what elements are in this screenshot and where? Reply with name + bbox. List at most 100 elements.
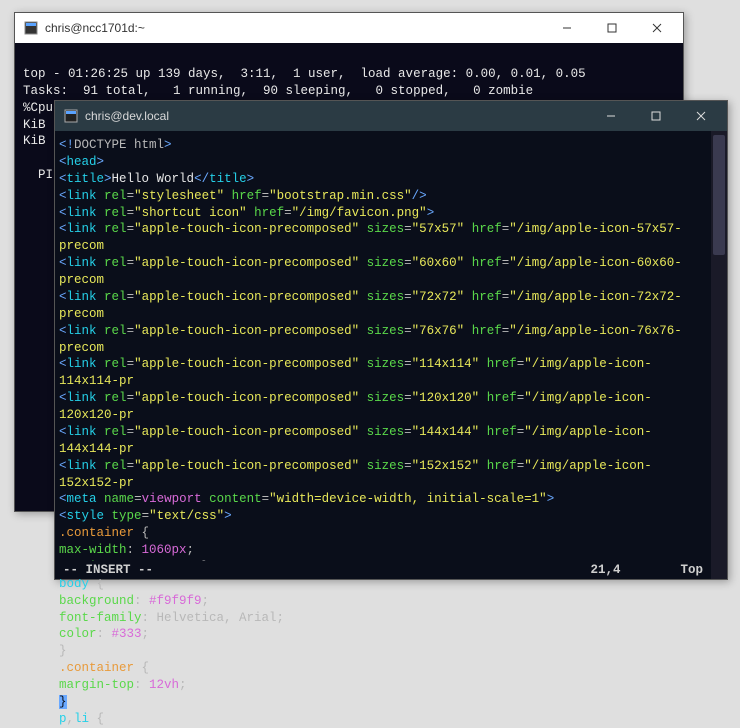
code-segment: > <box>427 206 435 220</box>
code-segment: content <box>209 492 262 506</box>
code-segment <box>479 459 487 473</box>
code-line: p,li { <box>59 711 711 728</box>
code-segment: 1060px <box>142 543 187 557</box>
code-segment: = <box>134 492 142 506</box>
close-button[interactable] <box>634 14 679 42</box>
code-segment <box>359 459 367 473</box>
pid-line: PI <box>23 168 53 182</box>
code-line: <link rel="apple-touch-icon-precomposed"… <box>59 390 711 424</box>
titlebar-2[interactable]: chris@dev.local <box>55 101 727 131</box>
vim-mode: -- INSERT -- <box>63 563 590 577</box>
code-segment: href <box>472 290 502 304</box>
vim-statusbar: -- INSERT -- 21,4 Top <box>55 561 711 579</box>
code-segment: = <box>127 391 135 405</box>
code-segment: < <box>59 206 67 220</box>
code-segment: "/img/favicon.png" <box>292 206 427 220</box>
code-line: <link rel="stylesheet" href="bootstrap.m… <box>59 188 711 205</box>
kib-line-2: KiB <box>23 134 53 148</box>
scrollbar[interactable] <box>711 131 727 579</box>
code-segment: ; <box>142 627 150 641</box>
code-segment: color <box>59 627 97 641</box>
code-segment: p <box>59 712 67 726</box>
code-segment: #f9f9f9 <box>149 594 202 608</box>
editor-pane[interactable]: <!DOCTYPE html><head><title>Hello World<… <box>55 131 727 579</box>
code-segment: < <box>59 391 67 405</box>
code-segment: : <box>127 543 142 557</box>
code-segment: href <box>472 324 502 338</box>
code-segment: < <box>59 172 67 186</box>
code-segment <box>359 222 367 236</box>
code-segment: : <box>134 594 149 608</box>
code-segment: href <box>487 425 517 439</box>
code-segment: < <box>59 324 67 338</box>
close-button[interactable] <box>678 102 723 130</box>
code-segment: = <box>404 324 412 338</box>
maximize-button[interactable] <box>633 102 678 130</box>
code-segment <box>359 324 367 338</box>
code-line: <link rel="apple-touch-icon-precomposed"… <box>59 221 711 255</box>
code-segment <box>359 391 367 405</box>
code-segment: #333 <box>112 627 142 641</box>
code-segment: link <box>67 206 97 220</box>
code-segment: { <box>89 712 104 726</box>
titlebar-1[interactable]: chris@ncc1701d:~ <box>15 13 683 43</box>
app-icon <box>23 20 39 36</box>
code-segment: ; <box>202 594 210 608</box>
code-segment: link <box>67 357 97 371</box>
code-segment <box>479 391 487 405</box>
maximize-button[interactable] <box>589 14 634 42</box>
code-segment: sizes <box>367 324 405 338</box>
code-segment <box>97 222 105 236</box>
code-line: .container { <box>59 660 711 677</box>
minimize-button[interactable] <box>588 102 633 130</box>
code-segment: rel <box>104 425 127 439</box>
code-segment: name <box>104 492 134 506</box>
code-segment <box>479 357 487 371</box>
window-title-2: chris@dev.local <box>85 109 588 123</box>
code-segment: <! <box>59 138 74 152</box>
code-segment: < <box>59 256 67 270</box>
scroll-thumb[interactable] <box>713 135 725 255</box>
code-line: <link rel="shortcut icon" href="/img/fav… <box>59 205 711 222</box>
code-segment <box>97 492 105 506</box>
code-area[interactable]: <!DOCTYPE html><head><title>Hello World<… <box>55 137 711 728</box>
code-segment: ; <box>179 678 187 692</box>
code-segment: < <box>59 425 67 439</box>
code-segment: background <box>59 594 134 608</box>
code-segment: = <box>127 206 135 220</box>
code-line: margin-top: 12vh; <box>59 677 711 694</box>
code-segment: max-width <box>59 543 127 557</box>
code-segment: link <box>67 256 97 270</box>
code-segment: style <box>67 509 105 523</box>
code-segment <box>359 357 367 371</box>
code-segment: sizes <box>367 459 405 473</box>
code-segment: > <box>247 172 255 186</box>
code-segment: </ <box>194 172 209 186</box>
code-segment <box>464 256 472 270</box>
code-segment: rel <box>104 357 127 371</box>
code-line: max-width: 1060px; <box>59 542 711 559</box>
code-segment: title <box>67 172 105 186</box>
code-line: font-family: Helvetica, Arial; <box>59 610 711 627</box>
code-segment: "bootstrap.min.css" <box>269 189 412 203</box>
code-segment: = <box>404 222 412 236</box>
code-line: <link rel="apple-touch-icon-precomposed"… <box>59 356 711 390</box>
code-line: .container { <box>59 525 711 542</box>
code-segment: > <box>224 509 232 523</box>
app-icon <box>63 108 79 124</box>
code-segment: "apple-touch-icon-precomposed" <box>134 222 359 236</box>
code-segment: type <box>112 509 142 523</box>
code-segment: title <box>209 172 247 186</box>
code-segment: href <box>472 222 502 236</box>
code-segment: = <box>262 492 270 506</box>
code-segment: "57x57" <box>412 222 465 236</box>
code-segment: < <box>59 459 67 473</box>
code-segment: : <box>97 627 112 641</box>
code-segment: "apple-touch-icon-precomposed" <box>134 290 359 304</box>
code-segment: .container <box>59 526 134 540</box>
minimize-button[interactable] <box>544 14 589 42</box>
code-segment <box>97 425 105 439</box>
code-segment: "apple-touch-icon-precomposed" <box>134 357 359 371</box>
code-line: } <box>59 643 711 660</box>
code-segment <box>104 509 112 523</box>
